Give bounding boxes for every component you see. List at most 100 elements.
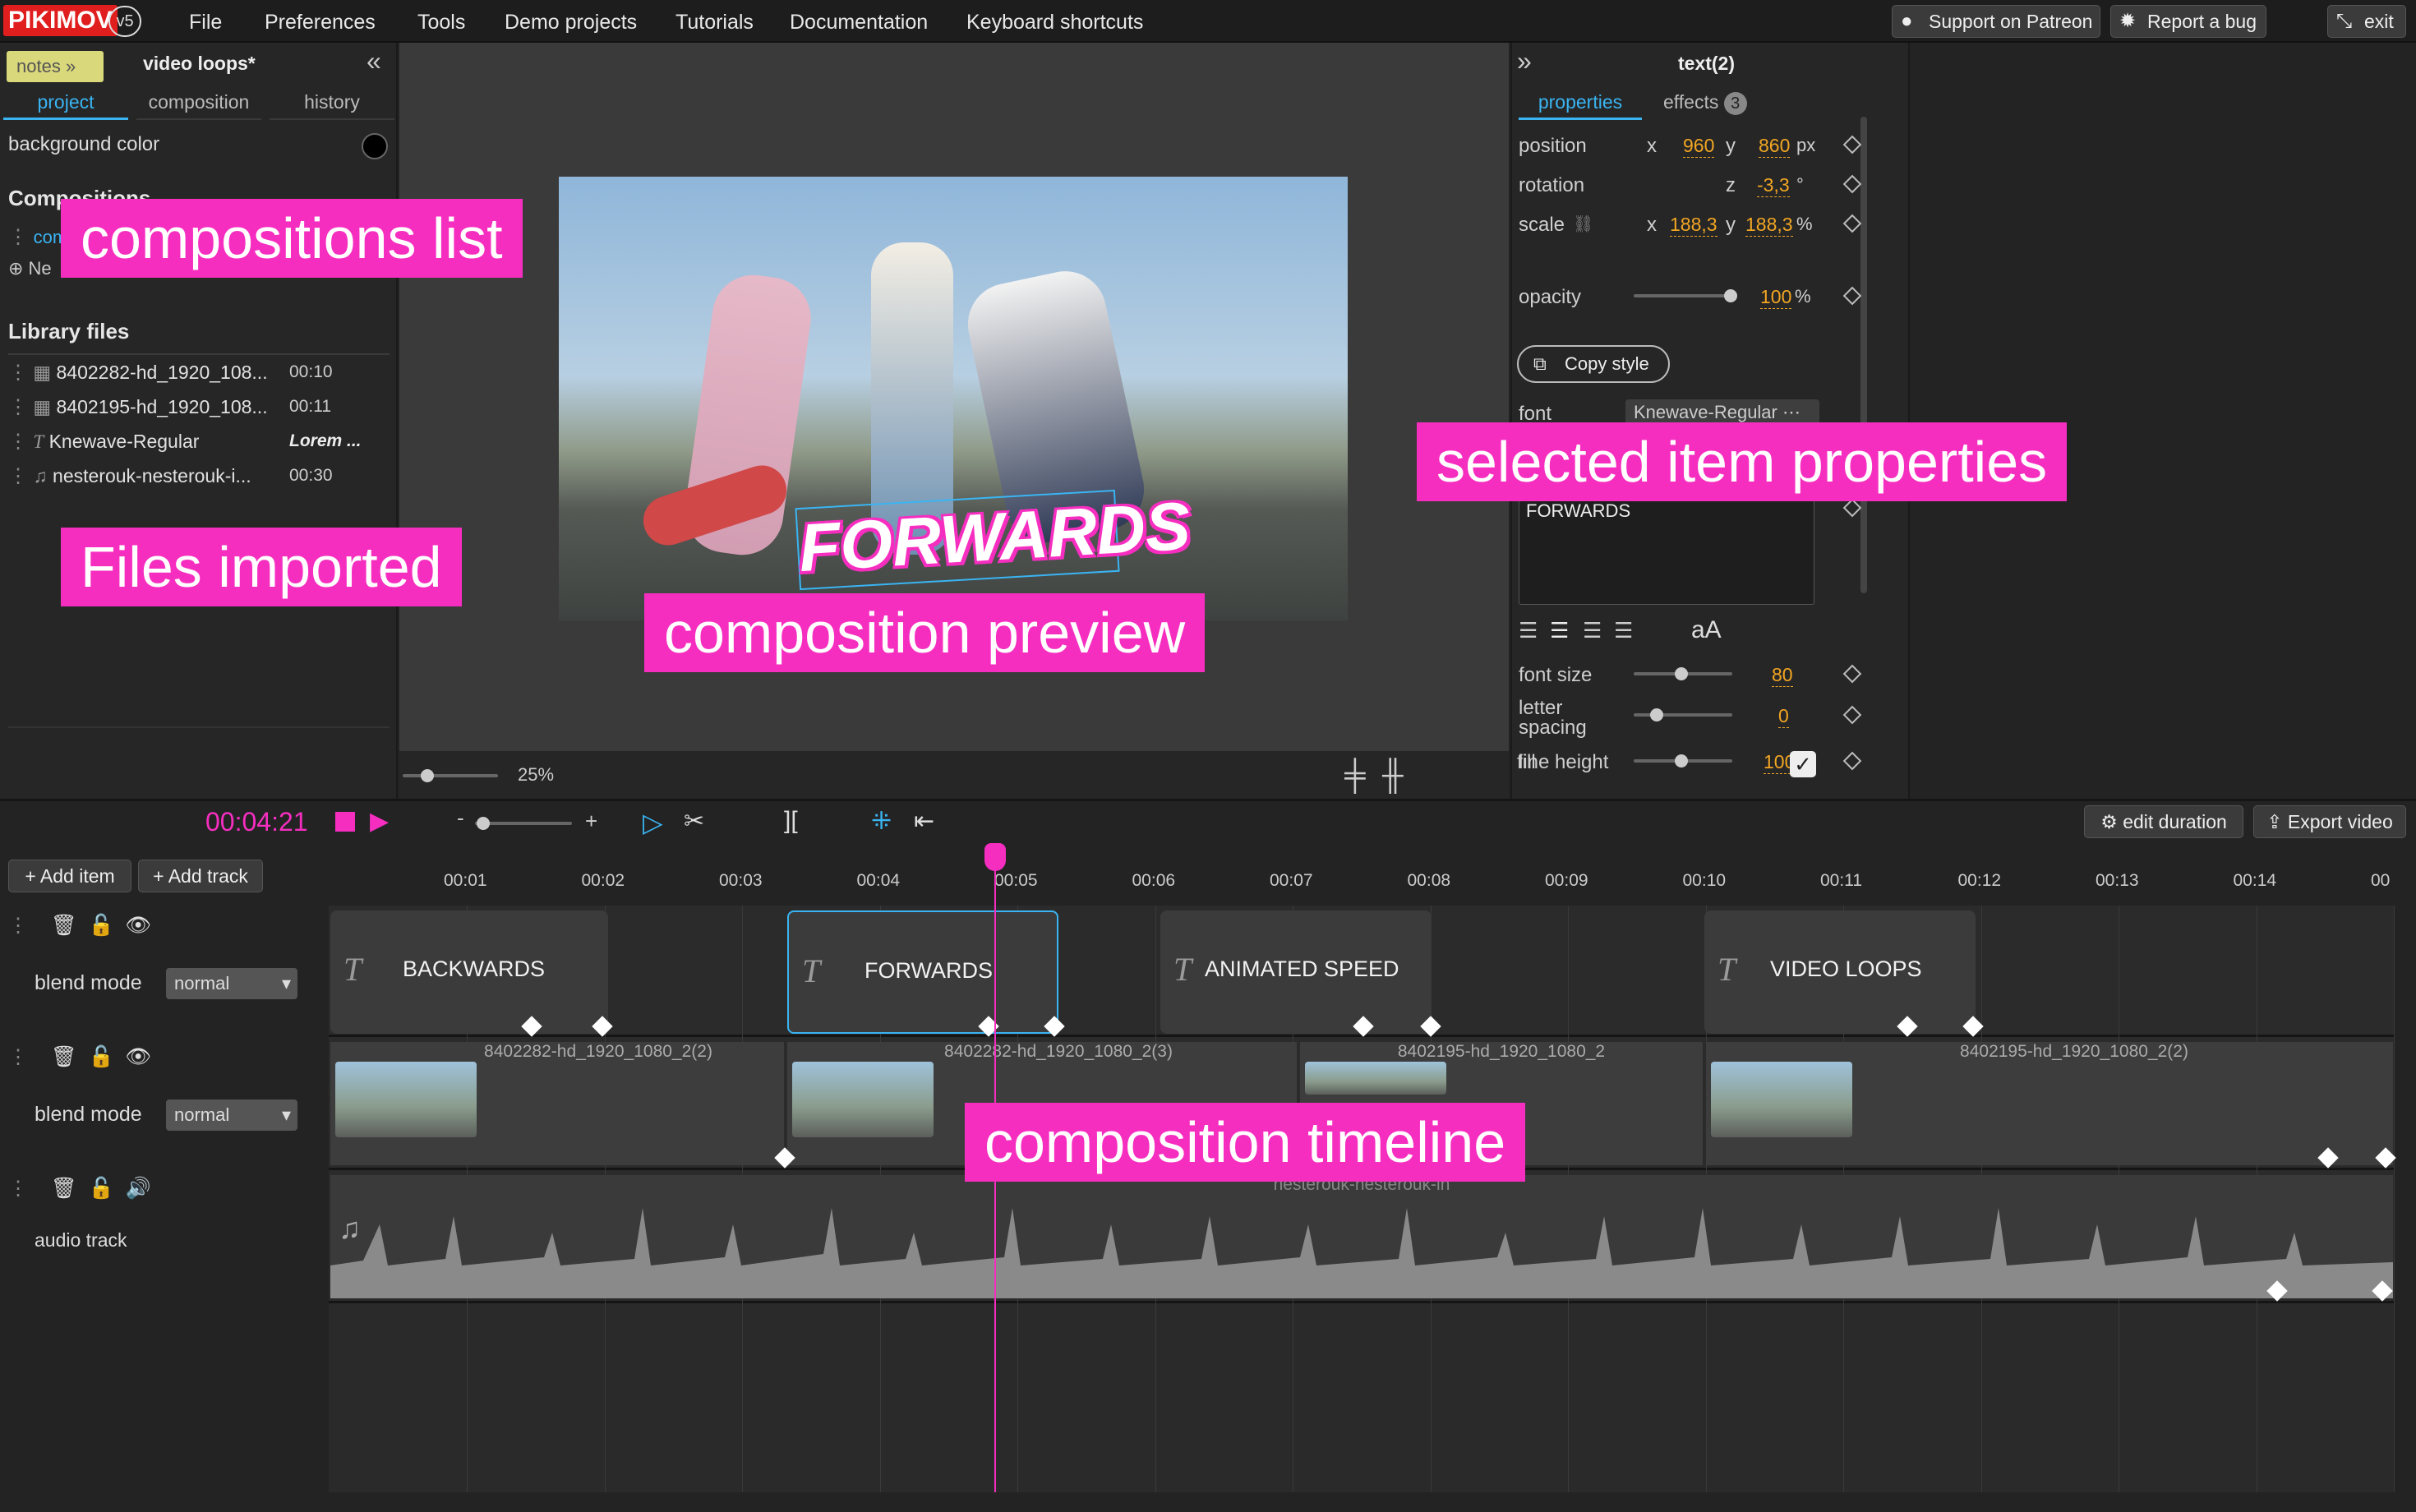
patreon-button[interactable]: ● Support on Patreon — [1892, 5, 2100, 38]
video-clip[interactable]: 8402282-hd_1920_1080_2(2) — [330, 1042, 784, 1165]
letter-spacing-value[interactable]: 0 — [1778, 705, 1789, 728]
add-track-button[interactable]: + Add track — [138, 860, 263, 892]
keyframe-icon[interactable] — [1842, 135, 1862, 154]
timeline-zoom-knob[interactable] — [477, 817, 490, 830]
menu-demo-projects[interactable]: Demo projects — [505, 0, 637, 43]
add-item-button[interactable]: + Add item — [8, 860, 131, 892]
preview-canvas[interactable]: FORWARDS — [559, 177, 1348, 620]
align-justify-icon[interactable]: ☰ — [1614, 618, 1633, 643]
report-bug-button[interactable]: ✹ Report a bug — [2110, 5, 2266, 38]
eye-icon[interactable]: 👁 — [126, 1045, 152, 1068]
tab-composition[interactable]: composition — [136, 84, 261, 120]
composition-item[interactable]: ⋮ com — [8, 225, 67, 249]
eye-icon[interactable]: 👁 — [126, 914, 152, 937]
keyframe-icon[interactable] — [1842, 705, 1862, 725]
timecode[interactable]: 00:04:21 — [205, 807, 308, 837]
scale-y-value[interactable]: 188,3 — [1745, 214, 1793, 237]
keyframe-icon[interactable] — [1842, 751, 1862, 771]
align-center-icon[interactable]: ☰ — [1550, 618, 1569, 643]
audio-clip[interactable]: nesterouk-nesterouk-in ♫ — [330, 1175, 2393, 1298]
select-tool-icon[interactable]: ▷ — [643, 807, 663, 838]
speaker-icon[interactable]: 🔊 — [126, 1177, 151, 1200]
snap-icon[interactable]: ⁜ — [871, 807, 892, 836]
position-x-value[interactable]: 960 — [1683, 135, 1715, 158]
trash-icon[interactable]: 🗑 — [51, 1045, 77, 1068]
text-content-field[interactable]: FORWARDS — [1519, 493, 1814, 605]
exit-button[interactable]: ⤡ exit — [2327, 5, 2406, 38]
stop-icon[interactable] — [335, 812, 355, 832]
menu-preferences[interactable]: Preferences — [265, 0, 376, 43]
fit-icon[interactable]: ╪ — [1344, 758, 1366, 792]
text-clip[interactable]: T VIDEO LOOPS — [1704, 910, 1976, 1034]
rotation-z-value[interactable]: -3,3 — [1757, 174, 1790, 197]
tab-history[interactable]: history — [270, 84, 394, 120]
text-clip[interactable]: T BACKWARDS — [330, 910, 608, 1034]
properties-scrollbar[interactable] — [1860, 117, 1867, 593]
menu-tools[interactable]: Tools — [417, 0, 465, 43]
drag-handle-icon[interactable]: ⋮ — [8, 915, 28, 937]
timeline-zoom-out[interactable]: - — [457, 805, 464, 831]
keyframe-icon[interactable] — [1842, 174, 1862, 194]
opacity-value[interactable]: 100 — [1760, 286, 1792, 309]
unlock-icon[interactable]: 🔓 — [88, 914, 113, 937]
zoom-slider-knob[interactable] — [421, 769, 434, 782]
tab-project[interactable]: project — [3, 84, 128, 120]
scale-x-value[interactable]: 188,3 — [1670, 214, 1717, 237]
letter-spacing-slider[interactable] — [1634, 713, 1732, 717]
background-color-swatch[interactable] — [362, 133, 388, 159]
opacity-slider-knob[interactable] — [1724, 289, 1737, 302]
trash-icon[interactable]: 🗑 — [51, 914, 77, 937]
letter-spacing-slider-knob[interactable] — [1650, 708, 1663, 721]
play-icon[interactable]: ▶ — [370, 807, 389, 836]
menu-file[interactable]: File — [189, 0, 222, 43]
font-size-slider-knob[interactable] — [1675, 667, 1688, 680]
export-video-button[interactable]: ⇪ Export video — [2253, 805, 2406, 838]
tab-effects[interactable]: effects 3 — [1652, 84, 1750, 120]
video-clip[interactable]: 8402195-hd_1920_1080_2(2) — [1706, 1042, 2393, 1165]
position-y-value[interactable]: 860 — [1759, 135, 1791, 158]
zoom-slider[interactable] — [403, 774, 498, 777]
collapse-panel-icon[interactable]: » — [1517, 46, 1532, 76]
new-composition-button[interactable]: ⊕ Ne — [8, 258, 52, 279]
blend-mode-select[interactable]: normal ▾ — [166, 968, 297, 999]
playhead-handle[interactable] — [984, 843, 1006, 871]
menu-keyboard-shortcuts[interactable]: Keyboard shortcuts — [966, 0, 1143, 43]
trash-icon[interactable]: 🗑 — [51, 1177, 77, 1200]
fill-checkbox[interactable]: ✓ — [1790, 751, 1816, 777]
align-right-icon[interactable]: ☰ — [1583, 618, 1602, 643]
opacity-slider[interactable] — [1634, 294, 1732, 297]
edit-duration-button[interactable]: ⚙ edit duration — [2084, 805, 2243, 838]
library-file-row[interactable]: ⋮ ▦ 8402195-hd_1920_108... 00:11 — [8, 390, 390, 424]
notes-button[interactable]: notes » — [7, 51, 104, 82]
copy-style-button[interactable]: ⧉ Copy style — [1517, 345, 1670, 383]
text-selection-box[interactable]: FORWARDS — [795, 489, 1192, 591]
library-file-row[interactable]: ⋮ ▦ 8402282-hd_1920_108... 00:10 — [8, 355, 390, 390]
keyframe-icon[interactable] — [1842, 214, 1862, 233]
collapse-panel-icon[interactable]: « — [367, 46, 381, 76]
timeline-zoom-in[interactable]: + — [585, 809, 597, 834]
link-icon[interactable]: ⛓ — [1573, 214, 1593, 234]
unlock-icon[interactable]: 🔓 — [88, 1177, 113, 1200]
tab-properties[interactable]: properties — [1519, 84, 1642, 120]
blend-mode-select[interactable]: normal ▾ — [166, 1099, 297, 1131]
split-icon[interactable]: ][ — [784, 807, 798, 835]
drag-handle-icon[interactable]: ⋮ — [8, 1178, 28, 1200]
line-height-slider-knob[interactable] — [1675, 754, 1688, 768]
cut-tool-icon[interactable]: ✂ — [684, 807, 704, 836]
unlock-icon[interactable]: 🔓 — [88, 1045, 113, 1068]
menu-documentation[interactable]: Documentation — [790, 0, 928, 43]
library-file-row[interactable]: ⋮ T Knewave-Regular Lorem ... — [8, 424, 390, 459]
library-file-row[interactable]: ⋮ ♫ nesterouk-nesterouk-i... 00:30 — [8, 459, 390, 493]
menu-tutorials[interactable]: Tutorials — [675, 0, 754, 43]
center-icon[interactable]: ╫ — [1382, 758, 1404, 792]
text-clip[interactable]: T ANIMATED SPEED — [1160, 910, 1432, 1034]
keyframe-icon[interactable] — [1842, 286, 1862, 306]
keyframe-icon[interactable] — [1842, 498, 1862, 518]
jump-start-icon[interactable]: ⇤ — [914, 807, 934, 836]
text-case-toggle[interactable]: aA — [1691, 616, 1722, 644]
keyframe-icon[interactable] — [1842, 664, 1862, 684]
font-size-value[interactable]: 80 — [1772, 664, 1793, 687]
align-left-icon[interactable]: ☰ — [1519, 618, 1538, 643]
drag-handle-icon[interactable]: ⋮ — [8, 1046, 28, 1068]
text-clip-selected[interactable]: T FORWARDS — [787, 910, 1058, 1034]
